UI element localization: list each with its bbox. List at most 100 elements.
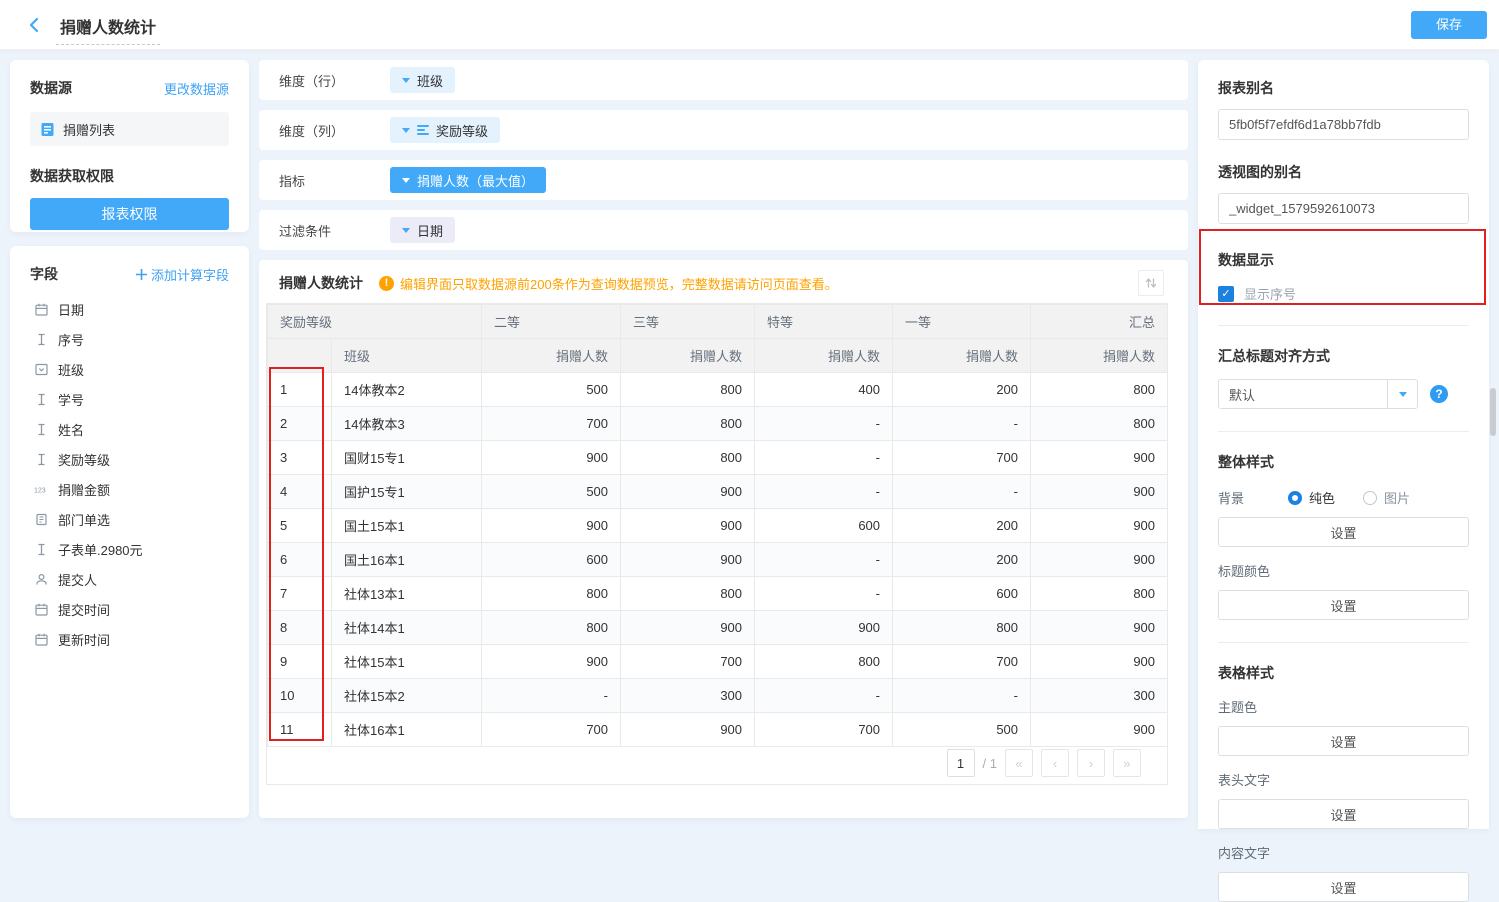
image-radio[interactable]: 图片 — [1363, 488, 1410, 507]
back-icon[interactable] — [26, 16, 44, 34]
value-cell: 200 — [893, 509, 1031, 543]
value-cell: 500 — [893, 713, 1031, 747]
datasource-item[interactable]: 捐赠列表 — [30, 112, 229, 146]
report-alias-input[interactable] — [1218, 109, 1469, 140]
sub-header-cell: 捐赠人数 — [755, 339, 893, 373]
seq-cell: 5 — [268, 509, 332, 543]
title-color-setting-button[interactable]: 设置 — [1218, 590, 1469, 620]
metric-setting: 指标 捐赠人数（最大值） — [259, 160, 1188, 200]
table-row: 4国护15专1500900--900 — [268, 475, 1168, 509]
value-cell: 900 — [1031, 509, 1168, 543]
value-cell: 800 — [621, 577, 755, 611]
field-item[interactable]: 提交人 — [30, 564, 229, 594]
text-field-icon — [34, 542, 48, 556]
field-label: 班级 — [58, 360, 84, 379]
value-cell: 700 — [755, 713, 893, 747]
field-item[interactable]: 子表单.2980元 — [30, 534, 229, 564]
field-item[interactable]: 部门单选 — [30, 504, 229, 534]
page-title: 捐赠人数统计 — [56, 14, 160, 45]
value-cell: 300 — [621, 679, 755, 713]
value-cell: 800 — [1031, 373, 1168, 407]
solid-color-radio[interactable]: 纯色 — [1288, 488, 1335, 507]
table-row: 114体教本2500800400200800 — [268, 373, 1168, 407]
page-input[interactable] — [947, 749, 975, 777]
prev-page-button[interactable]: ‹ — [1041, 749, 1069, 777]
group-header-cell: 二等 — [482, 305, 621, 339]
table-title: 捐赠人数统计 — [279, 273, 363, 293]
value-cell: 800 — [755, 645, 893, 679]
field-label: 学号 — [58, 390, 84, 409]
field-item[interactable]: 姓名 — [30, 414, 229, 444]
report-permission-button[interactable]: 报表权限 — [30, 198, 229, 230]
table-row: 9社体15本1900700800700900 — [268, 645, 1168, 679]
chevron-down-icon — [402, 78, 410, 83]
background-setting-button[interactable]: 设置 — [1218, 517, 1469, 547]
save-button[interactable]: 保存 — [1411, 11, 1487, 39]
seq-cell: 3 — [268, 441, 332, 475]
show-seq-label: 显示序号 — [1244, 284, 1296, 303]
field-item[interactable]: 更新时间 — [30, 624, 229, 654]
field-item[interactable]: 奖励等级 — [30, 444, 229, 474]
help-icon[interactable]: ? — [1430, 385, 1448, 403]
field-item[interactable]: 学号 — [30, 384, 229, 414]
field-label: 部门单选 — [58, 510, 110, 529]
field-label: 提交人 — [58, 570, 97, 589]
field-item[interactable]: 班级 — [30, 354, 229, 384]
table-row: 7社体13本1800800-600800 — [268, 577, 1168, 611]
field-item[interactable]: 序号 — [30, 324, 229, 354]
next-page-button[interactable]: › — [1077, 749, 1105, 777]
select-field-icon — [34, 362, 48, 376]
metric-tag[interactable]: 捐赠人数（最大值） — [390, 167, 546, 193]
header-text-setting-button[interactable]: 设置 — [1218, 799, 1469, 829]
dept-field-icon — [34, 512, 48, 526]
data-display-label: 数据显示 — [1218, 250, 1469, 270]
change-datasource-link[interactable]: 更改数据源 — [164, 79, 229, 98]
field-item[interactable]: 提交时间 — [30, 594, 229, 624]
sort-toggle-icon[interactable] — [1138, 270, 1164, 296]
dimension-col-tag[interactable]: 奖励等级 — [390, 117, 500, 143]
value-cell: 900 — [1031, 713, 1168, 747]
warning-icon: ! — [379, 276, 394, 291]
title-color-label: 标题颜色 — [1218, 561, 1469, 580]
user-field-icon — [34, 572, 48, 586]
seq-cell: 1 — [268, 373, 332, 407]
value-cell: 900 — [1031, 645, 1168, 679]
value-cell: 200 — [893, 373, 1031, 407]
show-seq-checkbox-row[interactable]: ✓ 显示序号 — [1218, 284, 1469, 303]
field-label: 奖励等级 — [58, 450, 110, 469]
value-cell: 900 — [1031, 543, 1168, 577]
summary-align-select[interactable]: 默认 — [1218, 379, 1418, 409]
filter-tag[interactable]: 日期 — [390, 217, 455, 243]
scrollbar-thumb[interactable] — [1490, 388, 1496, 436]
pivot-alias-input[interactable] — [1218, 193, 1469, 224]
value-cell: 200 — [893, 543, 1031, 577]
dimension-row-tag[interactable]: 班级 — [390, 67, 455, 93]
value-cell: 800 — [621, 407, 755, 441]
value-cell: - — [755, 679, 893, 713]
class-cell: 社体16本1 — [332, 713, 482, 747]
calendar-field-icon — [34, 302, 48, 316]
chevron-down-icon — [1387, 380, 1417, 408]
add-calc-field-link[interactable]: 添加计算字段 — [136, 265, 229, 284]
value-cell: 900 — [1031, 441, 1168, 475]
datasource-title: 数据源 — [30, 78, 72, 98]
value-cell: 900 — [621, 713, 755, 747]
field-item[interactable]: 日期 — [30, 294, 229, 324]
value-cell: 500 — [482, 475, 621, 509]
page-total: / 1 — [983, 756, 997, 771]
value-cell: 600 — [755, 509, 893, 543]
content-text-setting-button[interactable]: 设置 — [1218, 872, 1469, 902]
first-page-button[interactable]: « — [1005, 749, 1033, 777]
value-cell: 800 — [893, 611, 1031, 645]
pivot-alias-label: 透视图的别名 — [1218, 162, 1469, 182]
value-cell: 900 — [1031, 475, 1168, 509]
value-cell: 900 — [755, 611, 893, 645]
checkbox-checked-icon[interactable]: ✓ — [1218, 286, 1234, 302]
field-item[interactable]: 123捐赠金额 — [30, 474, 229, 504]
divider — [1218, 325, 1469, 326]
divider — [1218, 431, 1469, 432]
last-page-button[interactable]: » — [1113, 749, 1141, 777]
theme-color-setting-button[interactable]: 设置 — [1218, 726, 1469, 756]
seq-cell: 7 — [268, 577, 332, 611]
class-cell: 国财15专1 — [332, 441, 482, 475]
